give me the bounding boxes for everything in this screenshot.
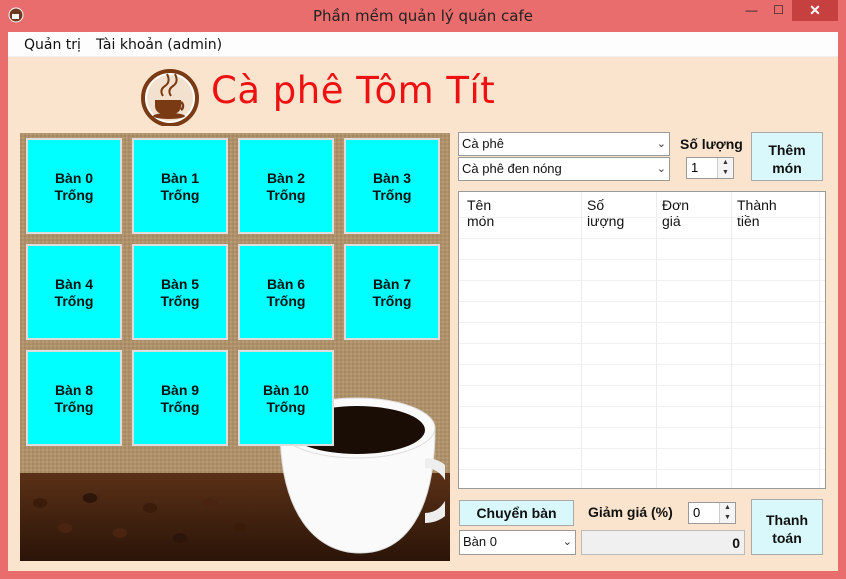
add-button-label-2: món bbox=[772, 160, 802, 176]
table-status: Trống bbox=[372, 187, 412, 203]
food-combobox[interactable]: Cà phê đen nóng ⌄ bbox=[458, 157, 670, 181]
row-divider bbox=[459, 385, 825, 386]
add-button-label-1: Thêm bbox=[768, 142, 806, 158]
table-status: Trống bbox=[160, 293, 200, 309]
menu-admin[interactable]: Quản trị bbox=[24, 37, 81, 53]
table-status: Trống bbox=[160, 399, 200, 415]
food-selected: Cà phê đen nóng bbox=[462, 161, 562, 176]
category-combobox[interactable]: Cà phê ⌄ bbox=[458, 132, 670, 156]
table-name: Bàn 4 bbox=[54, 276, 94, 292]
table-button[interactable]: Bàn 10 Trống bbox=[238, 350, 334, 446]
column-divider bbox=[656, 192, 657, 488]
quantity-label: Số lượng bbox=[680, 136, 743, 152]
switch-table-combobox[interactable]: Bàn 0 ⌄ bbox=[459, 530, 576, 555]
row-divider bbox=[459, 322, 825, 323]
table-status: Trống bbox=[54, 399, 94, 415]
coffee-cup-logo-icon bbox=[141, 69, 199, 126]
discount-stepper[interactable]: 0 ▲ ▼ bbox=[688, 502, 736, 524]
brand-title: Cà phê Tôm Tít bbox=[211, 69, 496, 112]
table-name: Bàn 1 bbox=[160, 170, 200, 186]
table-status: Trống bbox=[160, 187, 200, 203]
discount-label: Giảm giá (%) bbox=[588, 504, 673, 520]
total-price-field: 0 bbox=[581, 530, 745, 555]
table-name: Bàn 7 bbox=[372, 276, 412, 292]
table-name: Bàn 5 bbox=[160, 276, 200, 292]
table-name: Bàn 10 bbox=[263, 382, 309, 398]
table-name: Bàn 2 bbox=[266, 170, 306, 186]
spinner-arrows-icon[interactable]: ▲ ▼ bbox=[719, 503, 735, 523]
table-button[interactable]: Bàn 7 Trống bbox=[344, 244, 440, 340]
table-button[interactable]: Bàn 1 Trống bbox=[132, 138, 228, 234]
table-button[interactable]: Bàn 9 Trống bbox=[132, 350, 228, 446]
table-button[interactable]: Bàn 0 Trống bbox=[26, 138, 122, 234]
minimize-button[interactable]: — bbox=[738, 3, 765, 23]
close-button[interactable]: ✕ bbox=[792, 0, 838, 21]
category-selected: Cà phê bbox=[462, 136, 504, 151]
chevron-down-icon[interactable]: ⌄ bbox=[657, 162, 666, 175]
column-divider bbox=[731, 192, 732, 488]
main-window: Quản trị Tài khoản (admin) Cà phê Tôm Tí… bbox=[8, 32, 838, 571]
row-divider bbox=[459, 343, 825, 344]
table-button[interactable]: Bàn 3 Trống bbox=[344, 138, 440, 234]
quantity-value: 1 bbox=[691, 160, 699, 175]
switch-table-selected: Bàn 0 bbox=[463, 534, 497, 549]
row-divider bbox=[459, 259, 825, 260]
row-divider bbox=[459, 448, 825, 449]
col-quantity[interactable]: Số lượng bbox=[587, 197, 624, 229]
table-button[interactable]: Bàn 5 Trống bbox=[132, 244, 228, 340]
pay-button-label-2: toán bbox=[772, 530, 802, 546]
table-name: Bàn 8 bbox=[54, 382, 94, 398]
table-name: Bàn 6 bbox=[266, 276, 306, 292]
table-button[interactable]: Bàn 2 Trống bbox=[238, 138, 334, 234]
row-divider bbox=[459, 427, 825, 428]
row-divider bbox=[459, 364, 825, 365]
table-status: Trống bbox=[266, 187, 306, 203]
column-divider bbox=[819, 192, 820, 488]
table-status: Trống bbox=[54, 293, 94, 309]
col-unit-price[interactable]: Đơn giá bbox=[662, 197, 689, 229]
switch-table-button[interactable]: Chuyển bàn bbox=[459, 500, 574, 526]
checkout-button[interactable]: Thanh toán bbox=[751, 499, 823, 555]
table-status: Trống bbox=[54, 187, 94, 203]
bill-listview[interactable]: Tên món Số lượng Đơn giá Thành tiền bbox=[458, 191, 826, 489]
chevron-down-icon[interactable]: ⌄ bbox=[563, 535, 572, 548]
maximize-button[interactable]: ☐ bbox=[765, 3, 792, 23]
spinner-arrows-icon[interactable]: ▲ ▼ bbox=[717, 158, 733, 178]
table-panel: Bàn 0 Trống Bàn 1 Trống Bàn 2 Trống Bàn … bbox=[20, 133, 450, 561]
title-bar: Phần mềm quản lý quán cafe — ☐ ✕ bbox=[0, 0, 846, 32]
row-divider bbox=[459, 238, 825, 239]
chevron-down-icon[interactable]: ⌄ bbox=[657, 137, 666, 150]
table-status: Trống bbox=[266, 399, 306, 415]
add-food-button[interactable]: Thêm món bbox=[751, 132, 823, 181]
row-divider bbox=[459, 301, 825, 302]
menu-account[interactable]: Tài khoản (admin) bbox=[96, 37, 222, 53]
col-total[interactable]: Thành tiền bbox=[737, 197, 777, 229]
row-divider bbox=[459, 217, 825, 218]
pay-button-label-1: Thanh bbox=[766, 512, 808, 528]
col-food-name[interactable]: Tên món bbox=[467, 197, 494, 229]
table-button[interactable]: Bàn 4 Trống bbox=[26, 244, 122, 340]
column-divider bbox=[581, 192, 582, 488]
table-button[interactable]: Bàn 8 Trống bbox=[26, 350, 122, 446]
table-name: Bàn 3 bbox=[372, 170, 412, 186]
row-divider bbox=[459, 280, 825, 281]
menu-bar: Quản trị Tài khoản (admin) bbox=[8, 32, 838, 57]
table-status: Trống bbox=[266, 293, 306, 309]
row-divider bbox=[459, 469, 825, 470]
table-status: Trống bbox=[372, 293, 412, 309]
table-name: Bàn 9 bbox=[160, 382, 200, 398]
table-name: Bàn 0 bbox=[54, 170, 94, 186]
window-title: Phần mềm quản lý quán cafe bbox=[313, 7, 533, 25]
quantity-stepper[interactable]: 1 ▲ ▼ bbox=[686, 157, 734, 179]
row-divider bbox=[459, 406, 825, 407]
discount-value: 0 bbox=[693, 505, 701, 520]
table-button[interactable]: Bàn 6 Trống bbox=[238, 244, 334, 340]
